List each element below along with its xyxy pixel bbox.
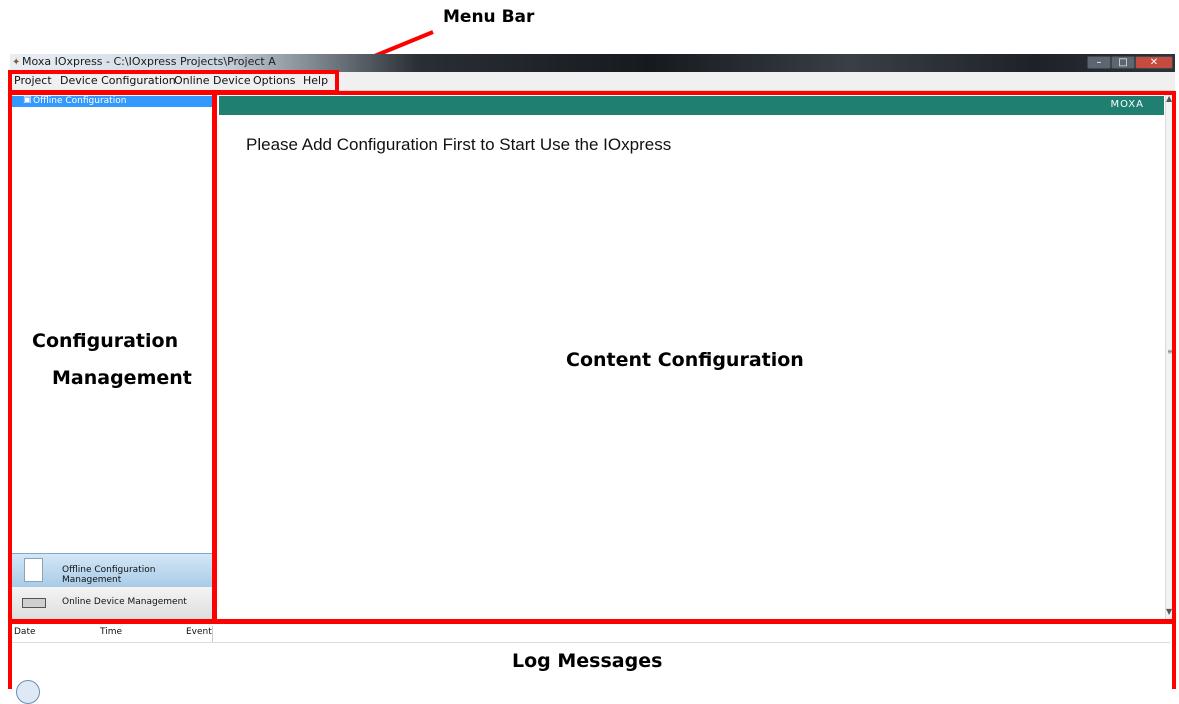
annotation-menu-bar: Menu Bar	[443, 7, 535, 27]
annotation-log-messages: Log Messages	[512, 650, 663, 672]
maximize-button[interactable]: □	[1111, 56, 1135, 69]
close-button[interactable]: ✕	[1135, 56, 1173, 69]
window-title: Moxa IOxpress - C:\IOxpress Projects\Pro…	[22, 55, 276, 68]
annotation-management: Management	[52, 367, 192, 389]
app-icon: ✦	[12, 57, 21, 68]
annotation-content-configuration: Content Configuration	[566, 349, 804, 371]
annotation-configuration: Configuration	[32, 330, 179, 352]
minimize-button[interactable]: –	[1087, 56, 1111, 69]
configuration-management-highlight	[8, 91, 216, 623]
